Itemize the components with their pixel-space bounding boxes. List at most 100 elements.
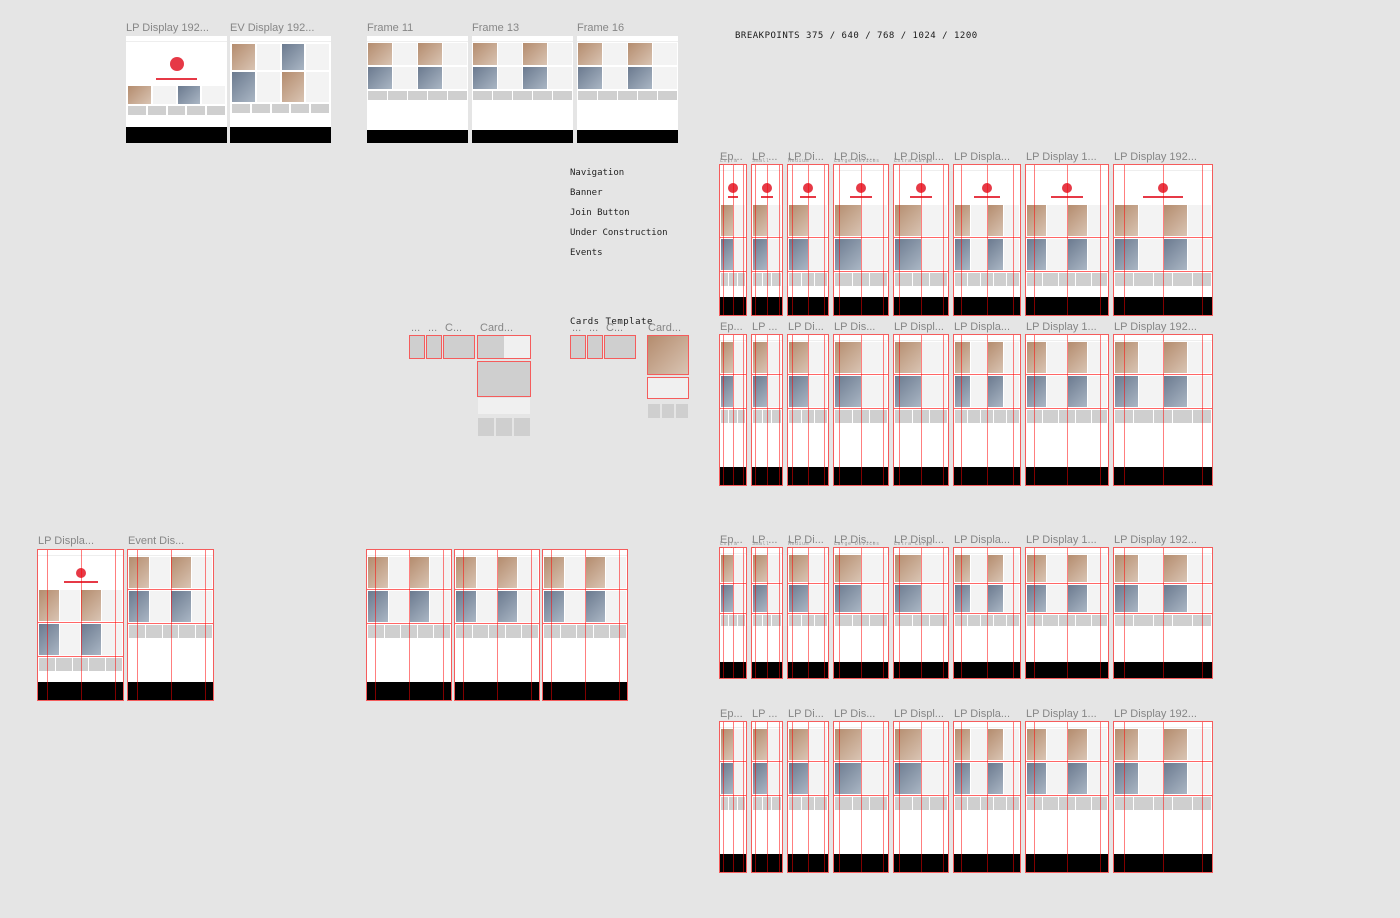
artboard-breakpoint[interactable] [720, 165, 746, 315]
artboard-breakpoint[interactable] [1026, 165, 1108, 315]
card-image [178, 86, 201, 104]
card-cluster-a-label: ... [411, 322, 425, 334]
artboard-ev-1920[interactable] [230, 36, 331, 143]
artboard-breakpoint[interactable] [894, 548, 948, 678]
artboard-breakpoint[interactable] [752, 335, 782, 485]
artboard-breakpoint[interactable] [834, 165, 888, 315]
artboard-breakpoint[interactable] [720, 548, 746, 678]
artboard-breakpoint[interactable] [1114, 548, 1212, 678]
artboard-breakpoint[interactable] [752, 548, 782, 678]
card-image [232, 44, 255, 70]
frame-title: LP Display 1... [1026, 708, 1108, 720]
thumb-hero [126, 42, 227, 86]
card-text [306, 44, 329, 70]
artboard-breakpoint[interactable] [954, 722, 1020, 872]
artboard-breakpoint[interactable] [894, 335, 948, 485]
artboard-breakpoint[interactable] [834, 335, 888, 485]
artboard-ev-redline[interactable] [128, 550, 213, 700]
component-list-item[interactable]: Events [570, 243, 668, 263]
mini-card [291, 104, 309, 113]
card-lg[interactable] [478, 336, 530, 358]
frame-title: LP ... [752, 321, 782, 333]
artboard-breakpoint[interactable] [752, 165, 782, 315]
thumb-footer [230, 127, 331, 143]
card-md[interactable] [444, 336, 474, 358]
card-lg-caption [648, 378, 688, 398]
frame-title: LP Dis... [834, 321, 888, 333]
card-cluster-b-label: ... [572, 322, 586, 334]
frame-title: LP Display 1... [1026, 151, 1108, 163]
artboard-breakpoint[interactable] [1026, 335, 1108, 485]
card-cluster-b-label: Card... [648, 322, 696, 334]
card-lg-stack[interactable] [478, 362, 530, 396]
card-cluster-a-label: ... [428, 322, 442, 334]
artboard-breakpoint[interactable] [788, 722, 828, 872]
mini-card [168, 106, 186, 115]
frame-title: LP Displa... [954, 534, 1020, 546]
frame-title: LP Displ... [894, 708, 948, 720]
frame-title: LP Di... [788, 708, 828, 720]
artboard-lp-redline[interactable] [38, 550, 123, 700]
card-xs[interactable] [410, 336, 424, 358]
mini-card [648, 404, 660, 418]
artboard-breakpoint[interactable] [834, 722, 888, 872]
component-list-item[interactable]: Navigation [570, 163, 668, 183]
artboard-breakpoint[interactable] [752, 722, 782, 872]
artboard-lp-1920[interactable] [126, 36, 227, 143]
frame-title: LP Di... [788, 321, 828, 333]
card-md[interactable] [605, 336, 635, 358]
card-cluster-b-label: C... [606, 322, 632, 334]
component-list-item[interactable]: Banner [570, 183, 668, 203]
frame-title: LP Display 1... [1026, 321, 1108, 333]
artboard-redline[interactable] [367, 550, 451, 700]
frame-title: LP Displa... [954, 321, 1020, 333]
frame-title: LP Display 192... [1114, 321, 1212, 333]
frame-title: LP Dis... [834, 708, 888, 720]
mini-card [662, 404, 674, 418]
artboard-breakpoint[interactable] [788, 335, 828, 485]
artboard-breakpoint[interactable] [1114, 335, 1212, 485]
frame-title: LP Display 192... [1114, 708, 1212, 720]
card-text [257, 72, 280, 102]
frame-title-13: Frame 13 [472, 22, 567, 34]
card-cluster-a-label: Card... [480, 322, 528, 334]
frame-title-16: Frame 16 [577, 22, 672, 34]
artboard-breakpoint[interactable] [1026, 722, 1108, 872]
artboard-breakpoint[interactable] [720, 722, 746, 872]
artboard-breakpoint[interactable] [954, 335, 1020, 485]
mini-card [187, 106, 205, 115]
artboard-breakpoint[interactable] [954, 165, 1020, 315]
card-sm[interactable] [427, 336, 441, 358]
frame-title: LP Displa... [954, 151, 1020, 163]
card-xs[interactable] [571, 336, 585, 358]
artboard-breakpoint[interactable] [894, 722, 948, 872]
component-list-item[interactable]: Under Construction [570, 223, 668, 243]
card-cluster-a-label: C... [445, 322, 471, 334]
mini-card [148, 106, 166, 115]
artboard-breakpoint[interactable] [788, 165, 828, 315]
artboard-breakpoint[interactable] [1114, 165, 1212, 315]
artboard-breakpoint[interactable] [954, 548, 1020, 678]
card-text [504, 336, 530, 358]
logo-icon [170, 57, 184, 71]
mini-card [207, 106, 225, 115]
frame-title: LP Displa... [38, 535, 118, 547]
card-lg-caption [478, 398, 530, 414]
artboard-breakpoint[interactable] [720, 335, 746, 485]
artboard-redline[interactable] [543, 550, 627, 700]
thumb-footer [126, 127, 227, 143]
artboard-breakpoint[interactable] [834, 548, 888, 678]
frame-title: Event Dis... [128, 535, 208, 547]
artboard-breakpoint[interactable] [894, 165, 948, 315]
artboard-redline[interactable] [455, 550, 539, 700]
card-cluster-b-label: ... [589, 322, 603, 334]
card-text [202, 86, 225, 104]
mini-card [478, 418, 494, 436]
frame-title: LP Displ... [894, 321, 948, 333]
artboard-breakpoint[interactable] [788, 548, 828, 678]
artboard-breakpoint[interactable] [1026, 548, 1108, 678]
card-lg[interactable] [648, 336, 688, 374]
artboard-breakpoint[interactable] [1114, 722, 1212, 872]
component-list-item[interactable]: Join Button [570, 203, 668, 223]
card-sm[interactable] [588, 336, 602, 358]
